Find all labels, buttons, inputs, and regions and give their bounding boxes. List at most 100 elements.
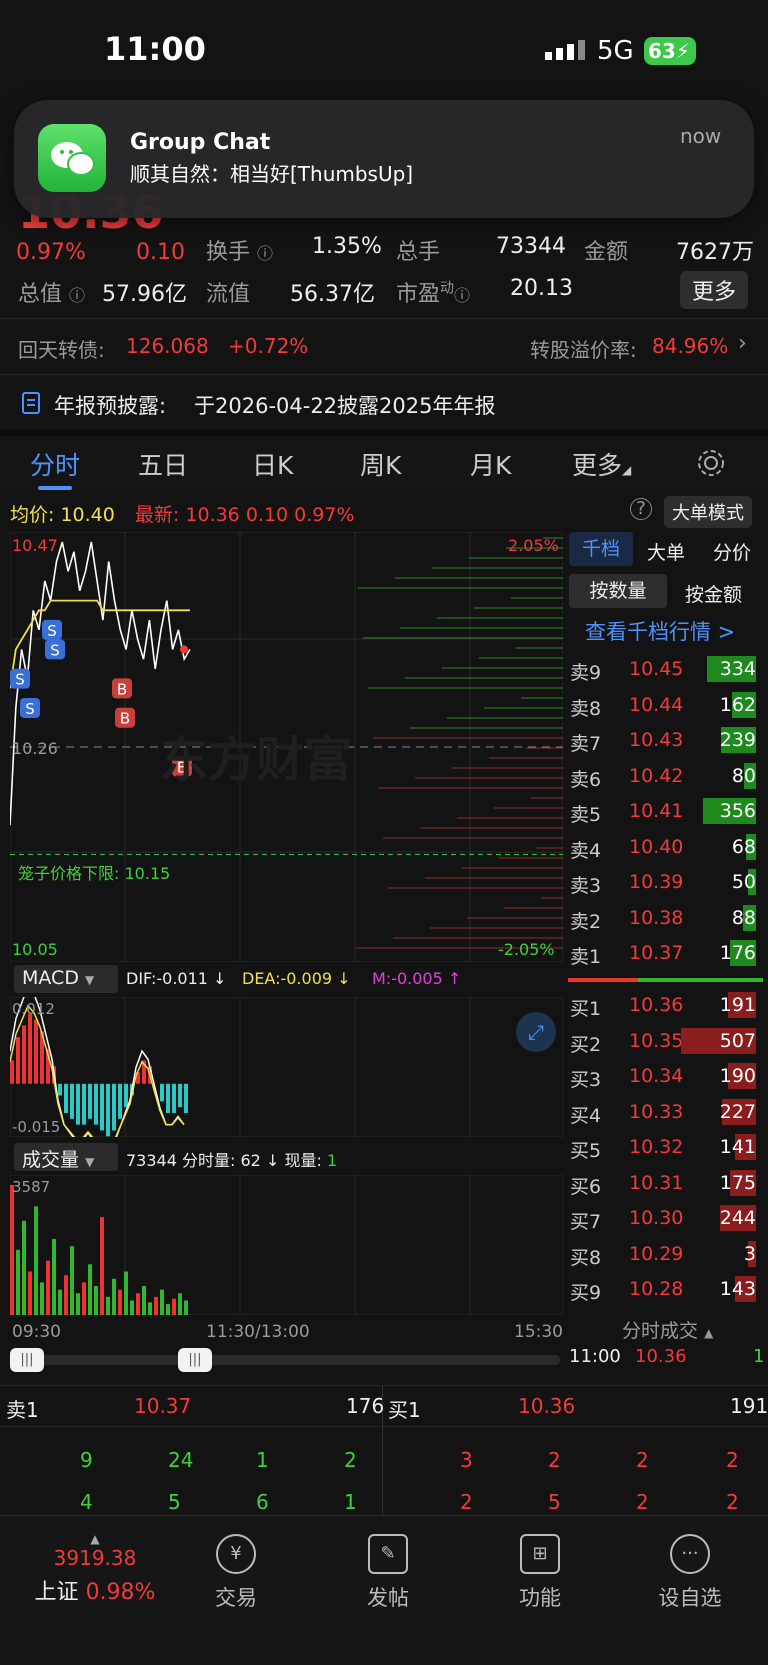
gear-icon[interactable] [696, 448, 726, 478]
macd-bar [76, 1083, 80, 1125]
ask-volume: 80 [731, 764, 756, 787]
ask-price: 10.44 [629, 693, 684, 716]
announcement-row[interactable]: 年报预披露: 于2026-04-22披露2025年年报 [0, 374, 768, 430]
status-bar: 11:00 5G 63⚡ [0, 0, 768, 100]
ask-label: 卖1 [570, 946, 602, 968]
tab-day-k[interactable]: 日K [252, 446, 293, 482]
ask-volume: 68 [731, 835, 756, 858]
index-ticker[interactable]: ▲ 3919.38 上证 0.98% [20, 1532, 170, 1606]
volume-bar [178, 1293, 182, 1315]
queue-sell-label: 卖1 [6, 1398, 39, 1422]
ask-row[interactable]: 卖2 10.38 88 [563, 901, 768, 937]
bid-row[interactable]: 买4 10.33 227 [563, 1095, 768, 1131]
volume-bar [22, 1220, 26, 1315]
bid-row[interactable]: 买8 10.29 3 [563, 1237, 768, 1273]
bid-row[interactable]: 买1 10.36 191 [563, 988, 768, 1024]
volume-bar [52, 1238, 56, 1315]
ask-label: 卖3 [570, 875, 602, 897]
orderbook-subtabs: 按数量 按金额 [563, 574, 768, 610]
svg-text:B: B [120, 710, 130, 728]
ask-row[interactable]: 卖5 10.41 356 [563, 794, 768, 830]
queue-sell-cell: 4 [80, 1490, 93, 1514]
queue-sell-vol: 176 [346, 1394, 385, 1418]
tab-intraday[interactable]: 分时 [30, 446, 80, 482]
document-icon [22, 392, 40, 414]
notification-message: 顺其自然：相当好[ThumbsUp] [130, 162, 414, 186]
tab-five-day[interactable]: 五日 [138, 446, 188, 482]
tab-depth[interactable]: 千档 [569, 532, 633, 566]
queue-sell-cell: 9 [80, 1448, 93, 1472]
bid-row[interactable]: 买3 10.34 190 [563, 1059, 768, 1095]
bid-row[interactable]: 买5 10.32 141 [563, 1130, 768, 1166]
tab-more[interactable]: 更多◢ [572, 446, 631, 482]
range-handle-left[interactable]: ||| [10, 1348, 44, 1372]
notification-banner[interactable]: Group Chat 顺其自然：相当好[ThumbsUp] now [14, 100, 754, 218]
bid-price: 10.34 [629, 1065, 684, 1087]
nav-trade[interactable]: ¥ 交易 [176, 1534, 296, 1612]
macd-bar [178, 1083, 182, 1108]
bid-price: 10.28 [629, 1278, 684, 1300]
tab-big-order[interactable]: 大单 [647, 538, 685, 565]
ask-volume: 334 [719, 658, 756, 680]
ask-row[interactable]: 卖8 10.44 162 [563, 688, 768, 724]
nav-functions[interactable]: ⊞ 功能 [480, 1534, 600, 1612]
mktcap-label: 总值 ⓘ [18, 282, 86, 307]
ask-price: 10.45 [629, 658, 684, 680]
queue-buy-cell: 5 [548, 1490, 561, 1514]
pe-value: 20.13 [510, 276, 573, 301]
trades-header[interactable]: 分时成交 ▲ [622, 1316, 713, 1343]
convertible-bond-row[interactable]: 回天转债: 126.068 +0.72% 转股溢价率: 84.96% › [0, 318, 768, 374]
queue-sell-cell: 5 [168, 1490, 181, 1514]
bid-volume: 190 [719, 1065, 756, 1087]
range-slider-track[interactable] [10, 1355, 560, 1365]
nav-post[interactable]: ✎ 发帖 [328, 1534, 448, 1612]
macd-bar [22, 1025, 26, 1084]
bid-price: 10.36 [629, 994, 684, 1016]
expand-icon[interactable]: ⤢ [516, 1012, 556, 1052]
macd-bar [28, 1013, 32, 1084]
view-depth-link[interactable]: 查看千档行情 > [585, 616, 735, 646]
volume-bar [70, 1246, 74, 1315]
more-button[interactable]: 更多 [680, 271, 749, 309]
volume-chart[interactable] [10, 1175, 563, 1315]
bid-price: 10.29 [629, 1242, 684, 1265]
ask-row[interactable]: 卖3 10.39 50 [563, 865, 768, 901]
ask-row[interactable]: 卖1 10.37 176 [563, 936, 768, 972]
subtab-by-amount[interactable]: 按金额 [685, 580, 742, 607]
notification-title: Group Chat [130, 130, 271, 155]
nav-add-watchlist[interactable]: ··· 设自选 [630, 1534, 750, 1612]
bid-volume: 143 [719, 1278, 756, 1300]
volume-bar [112, 1278, 116, 1315]
chevron-right-icon: › [738, 331, 747, 356]
big-order-mode-button[interactable]: 大单模式 [664, 496, 752, 528]
volume-selector[interactable]: 成交量 ▼ [14, 1143, 118, 1171]
subtab-by-quantity[interactable]: 按数量 [569, 574, 667, 608]
bid-row[interactable]: 买9 10.28 143 [563, 1272, 768, 1308]
queue-sell-cell: 6 [256, 1490, 269, 1514]
y-tick-right-high: 2.05% [508, 536, 559, 555]
range-handle-right[interactable]: ||| [178, 1348, 212, 1372]
ask-price: 10.39 [629, 871, 684, 893]
bid-row[interactable]: 买6 10.31 175 [563, 1166, 768, 1202]
latest-change: 0.10 [245, 504, 289, 526]
volume-bar [16, 1249, 20, 1315]
tab-month-k[interactable]: 月K [470, 446, 511, 482]
ask-row[interactable]: 卖7 10.43 239 [563, 723, 768, 759]
latest-label: 最新: [134, 504, 180, 526]
bid-row[interactable]: 买7 10.30 244 [563, 1201, 768, 1237]
macd-chart[interactable] [10, 997, 563, 1137]
ask-row[interactable]: 卖6 10.42 80 [563, 759, 768, 795]
help-icon[interactable]: ? [630, 498, 652, 520]
volume-bar [76, 1293, 80, 1315]
macd-selector[interactable]: MACD ▼ [14, 965, 118, 993]
bid-label: 买7 [570, 1211, 602, 1233]
ask-row[interactable]: 卖4 10.40 68 [563, 830, 768, 866]
change-pct: 0.97% [16, 240, 86, 265]
bid-row[interactable]: 买2 10.35 507 [563, 1024, 768, 1060]
ask-volume: 50 [731, 871, 756, 893]
ask-row[interactable]: 卖9 10.45 334 [563, 652, 768, 688]
tab-price-dist[interactable]: 分价 [713, 538, 751, 565]
pe-label: 市盈动ⓘ [396, 280, 471, 307]
bid-price: 10.35 [629, 1029, 684, 1052]
tab-week-k[interactable]: 周K [360, 446, 401, 482]
